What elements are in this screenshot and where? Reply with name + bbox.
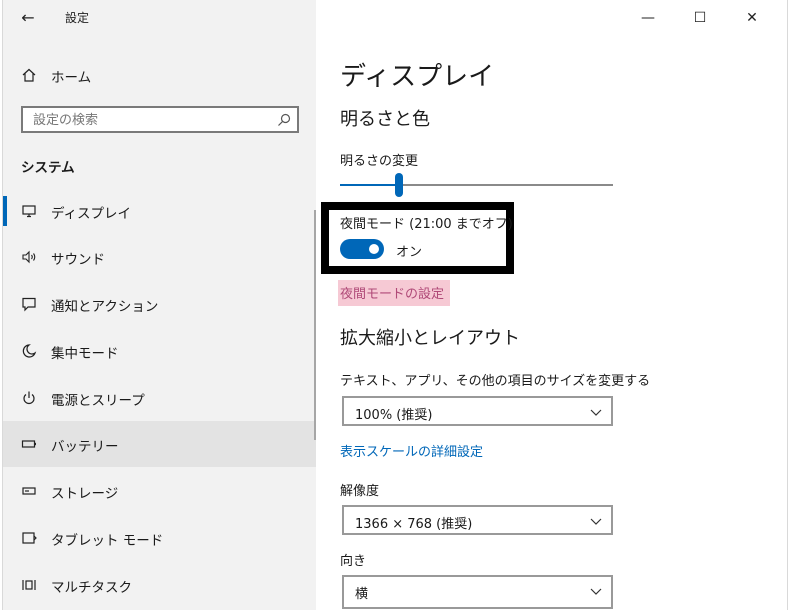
- brightness-slider-track[interactable]: [340, 184, 613, 186]
- orientation-dropdown[interactable]: 横: [342, 575, 613, 609]
- resolution-dropdown[interactable]: 1366 × 768 (推奨): [342, 505, 613, 535]
- sidebar-item-notifications[interactable]: 通知とアクション: [3, 281, 316, 327]
- brightness-slider-thumb[interactable]: [395, 173, 403, 197]
- resolution-value: 1366 × 768 (推奨): [355, 517, 473, 532]
- sidebar-home-label: ホーム: [51, 70, 92, 86]
- scale-label: テキスト、アプリ、その他の項目のサイズを変更する: [340, 374, 651, 389]
- chevron-down-icon: [589, 583, 603, 597]
- chevron-down-icon: [589, 404, 603, 418]
- sidebar-item-label: ストレージ: [51, 486, 119, 502]
- sidebar-item-multitask[interactable]: マルチタスク: [3, 562, 316, 608]
- selection-indicator: [3, 196, 7, 226]
- orientation-value: 横: [355, 587, 369, 602]
- search-icon[interactable]: [276, 112, 292, 128]
- orientation-label: 向き: [340, 554, 367, 569]
- scale-dropdown[interactable]: 100% (推奨): [342, 396, 613, 426]
- search-input[interactable]: [31, 110, 275, 131]
- night-mode-toggle[interactable]: [340, 239, 384, 259]
- night-mode-label: 夜間モード (21:00 までオフ): [340, 217, 513, 232]
- moon-icon: [19, 341, 39, 361]
- section-title-system: システム: [21, 160, 75, 176]
- sidebar-item-label: タブレット モード: [51, 533, 164, 549]
- search-box[interactable]: [21, 106, 299, 133]
- window-controls: — ☐ ✕: [627, 0, 787, 36]
- section-brightness: 明るさと色: [340, 109, 430, 130]
- advanced-scaling-link[interactable]: 表示スケールの詳細設定: [340, 441, 483, 460]
- sidebar-item-storage[interactable]: ストレージ: [3, 468, 316, 514]
- minimize-button[interactable]: —: [633, 6, 663, 30]
- sidebar-item-display[interactable]: ディスプレイ: [3, 188, 316, 234]
- sidebar-item-power[interactable]: 電源とスリープ: [3, 375, 316, 421]
- sidebar-item-battery[interactable]: バッテリー: [3, 421, 316, 467]
- power-icon: [19, 388, 39, 408]
- scale-value: 100% (推奨): [355, 408, 433, 423]
- multitask-icon: [19, 575, 39, 595]
- app-title: 設定: [65, 11, 90, 25]
- chevron-down-icon: [589, 513, 603, 527]
- resolution-label: 解像度: [340, 484, 380, 499]
- storage-icon: [19, 481, 39, 501]
- sidebar-item-label: ディスプレイ: [51, 206, 132, 222]
- brightness-label: 明るさの変更: [340, 154, 419, 169]
- brightness-slider-fill: [340, 184, 395, 186]
- sidebar: ← 設定 ホーム システム ディスプレイ: [3, 0, 316, 610]
- sidebar-item-home[interactable]: ホーム: [3, 58, 316, 92]
- sidebar-item-label: 通知とアクション: [51, 299, 159, 315]
- sidebar-item-focus[interactable]: 集中モード: [3, 328, 316, 374]
- toggle-knob: [369, 244, 379, 254]
- close-button[interactable]: ✕: [737, 6, 767, 30]
- maximize-button[interactable]: ☐: [685, 6, 715, 30]
- title-bar: ← 設定: [3, 0, 316, 36]
- settings-window: ← 設定 ホーム システム ディスプレイ: [2, 0, 788, 610]
- sidebar-item-sound[interactable]: サウンド: [3, 234, 316, 280]
- sidebar-item-label: サウンド: [51, 252, 105, 268]
- section-scale-layout: 拡大縮小とレイアウト: [340, 328, 520, 349]
- sidebar-item-label: 集中モード: [51, 346, 119, 362]
- sidebar-item-tablet[interactable]: タブレット モード: [3, 515, 316, 561]
- main-content: — ☐ ✕ ディスプレイ 明るさと色 明るさの変更 夜間モード (21:00 ま…: [316, 0, 787, 610]
- battery-icon: [19, 434, 39, 454]
- night-mode-toggle-state: オン: [396, 245, 423, 260]
- back-button[interactable]: ←: [15, 6, 41, 30]
- page-title: ディスプレイ: [340, 62, 495, 92]
- sidebar-item-label: バッテリー: [51, 439, 119, 455]
- monitor-icon: [19, 201, 39, 221]
- sidebar-item-label: マルチタスク: [51, 580, 132, 596]
- night-mode-settings-link[interactable]: 夜間モードの設定: [338, 280, 451, 306]
- notification-icon: [19, 294, 39, 314]
- tablet-icon: [19, 528, 39, 548]
- speaker-icon: [19, 247, 39, 267]
- sidebar-item-label: 電源とスリープ: [51, 393, 145, 409]
- home-icon: [19, 65, 39, 85]
